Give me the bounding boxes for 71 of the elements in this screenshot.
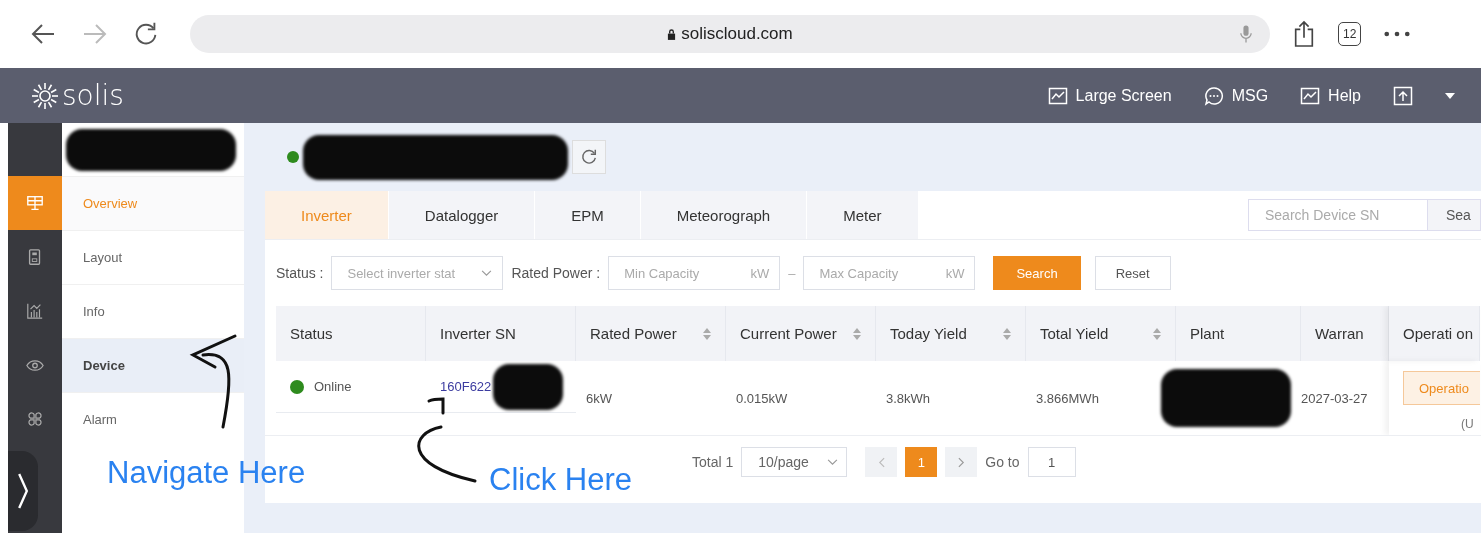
table-cell: 3.866MWh [1036,390,1099,406]
sort-icon [703,327,711,340]
share-icon[interactable] [1292,19,1316,49]
search-field[interactable]: Search Device SN [1248,199,1428,231]
tab-count-button[interactable]: 12 [1338,22,1362,46]
microphone-icon[interactable] [1240,24,1252,44]
annotation-text: Click Here [489,462,632,498]
status-text: Online [314,379,352,394]
device-tab[interactable]: Meteorograph [640,191,808,239]
sort-icon [853,327,861,340]
table-cell: 0.015kW [736,390,788,406]
sidebar-icon-button[interactable] [8,176,62,230]
eye-icon [26,358,44,372]
chevron-down-icon [481,269,493,277]
clover-grid-icon [26,410,44,428]
sort-icon [1153,327,1161,340]
device-tab[interactable]: EPM [535,191,641,239]
column-header[interactable]: Total Yield [1026,306,1176,361]
filter-label: Rated Power : [511,265,601,281]
page-size-select[interactable]: 10/page [741,447,848,477]
header-link[interactable]: Help [1300,85,1361,106]
more-icon[interactable] [1383,30,1412,38]
table-cell: 2027-03-27 [1301,390,1368,406]
upload-button[interactable] [1393,85,1413,106]
reset-button[interactable]: Reset [1094,256,1171,290]
goto-label: Go to [985,454,1020,470]
bar-chart-icon [26,302,44,320]
chat-icon [1203,85,1224,106]
device-tab[interactable]: Datalogger [388,191,536,239]
url-text: soliscloud.com [681,24,793,44]
column-header[interactable]: Rated Power [576,306,726,361]
goto-page-field[interactable]: 1 [1027,447,1076,477]
chart-icon [1047,85,1068,106]
range-separator: – [788,265,796,281]
refresh-button[interactable] [572,140,606,174]
address-bar[interactable]: soliscloud.com [190,15,1270,53]
refresh-icon [580,148,598,166]
chevron-right-icon [17,472,29,510]
status-dot [287,151,299,163]
chevron-down-icon [827,458,839,466]
search-button[interactable]: Sea [1428,199,1481,231]
chevron-left-icon [877,456,885,468]
chevron-right-icon [957,456,965,468]
table-cell: 3.8kWh [886,390,931,406]
column-header: Inverter SN [426,306,576,361]
annotation-text: Navigate Here [107,455,306,491]
total-count: Total 1 [692,454,734,470]
serial-number-link[interactable]: 160F622 [440,379,492,394]
chart-icon [1300,85,1321,106]
expand-tab[interactable] [8,451,38,531]
lock-icon [667,28,677,40]
column-header: Plant [1176,306,1301,361]
upload-icon [1393,85,1413,106]
filter-label: Status : [276,265,324,281]
sun-logo-icon [30,80,60,111]
table-cell: 6kW [586,390,612,406]
logo-text: solis [62,79,124,112]
solar-panel-icon [26,194,44,212]
column-header: Warran [1301,306,1389,361]
device-tab[interactable]: Meter [807,191,919,239]
header-link[interactable]: Large Screen [1047,85,1172,106]
sort-icon [1003,327,1011,340]
column-header[interactable]: Today Yield [876,306,1026,361]
header-link[interactable]: MSG [1203,85,1269,106]
column-header: Status [276,306,426,361]
dropdown-caret-icon[interactable] [1445,92,1455,99]
column-header[interactable]: Current Power [726,306,876,361]
table-cell: (U [1461,417,1474,431]
redaction-mark [493,363,564,410]
column-header: Operati on [1389,306,1480,361]
menu-item[interactable]: Device [62,338,244,392]
